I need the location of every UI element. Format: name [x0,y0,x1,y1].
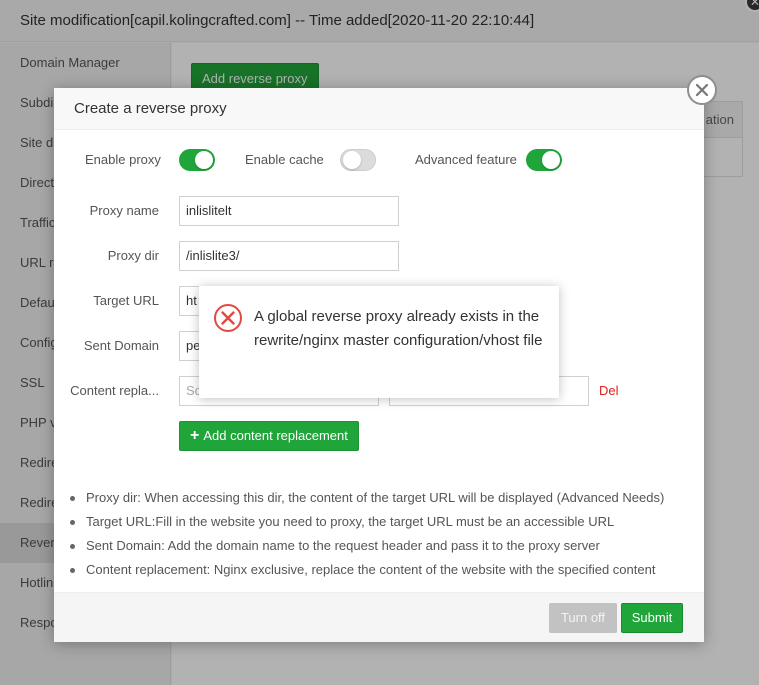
delete-replacement-link[interactable]: Del [599,376,619,406]
error-message-text: A global reverse proxy already exists in… [254,308,543,349]
help-tips-list: Proxy dir: When accessing this dir, the … [68,486,698,582]
plus-icon: + [190,427,200,444]
target-url-label: Target URL [93,293,159,308]
list-item: Content replacement: Nginx exclusive, re… [68,558,698,582]
enable-cache-label: Enable cache [245,152,324,167]
proxy-dir-input[interactable]: /inlislite3/ [179,241,399,271]
proxy-name-label: Proxy name [89,203,159,218]
content-replacement-label: Content repla... [70,383,159,398]
toggle-knob [343,151,361,169]
dialog-footer: Turn off Submit [54,592,704,642]
submit-button[interactable]: Submit [621,603,683,633]
error-circle-x-icon [213,303,243,336]
enable-proxy-label: Enable proxy [85,152,161,167]
dialog-close-icon[interactable] [687,75,717,105]
sent-domain-label: Sent Domain [83,338,159,353]
enable-proxy-toggle[interactable] [179,149,215,171]
advanced-feature-toggle[interactable] [526,149,562,171]
list-item: Target URL:Fill in the website you need … [68,510,698,534]
turn-off-button[interactable]: Turn off [549,603,617,633]
proxy-name-input[interactable]: inlislitelt [179,196,399,226]
dialog-title: Create a reverse proxy [54,88,704,130]
add-content-replacement-label: Add content replacement [203,428,348,443]
advanced-feature-label: Advanced feature [415,152,517,167]
add-content-replacement-button[interactable]: + Add content replacement [179,421,359,451]
proxy-dir-label: Proxy dir [107,248,159,263]
error-message-popup: A global reverse proxy already exists in… [199,286,559,398]
list-item: Sent Domain: Add the domain name to the … [68,534,698,558]
toggle-knob [542,151,560,169]
list-item: Proxy dir: When accessing this dir, the … [68,486,698,510]
enable-cache-toggle[interactable] [340,149,376,171]
toggle-knob [195,151,213,169]
